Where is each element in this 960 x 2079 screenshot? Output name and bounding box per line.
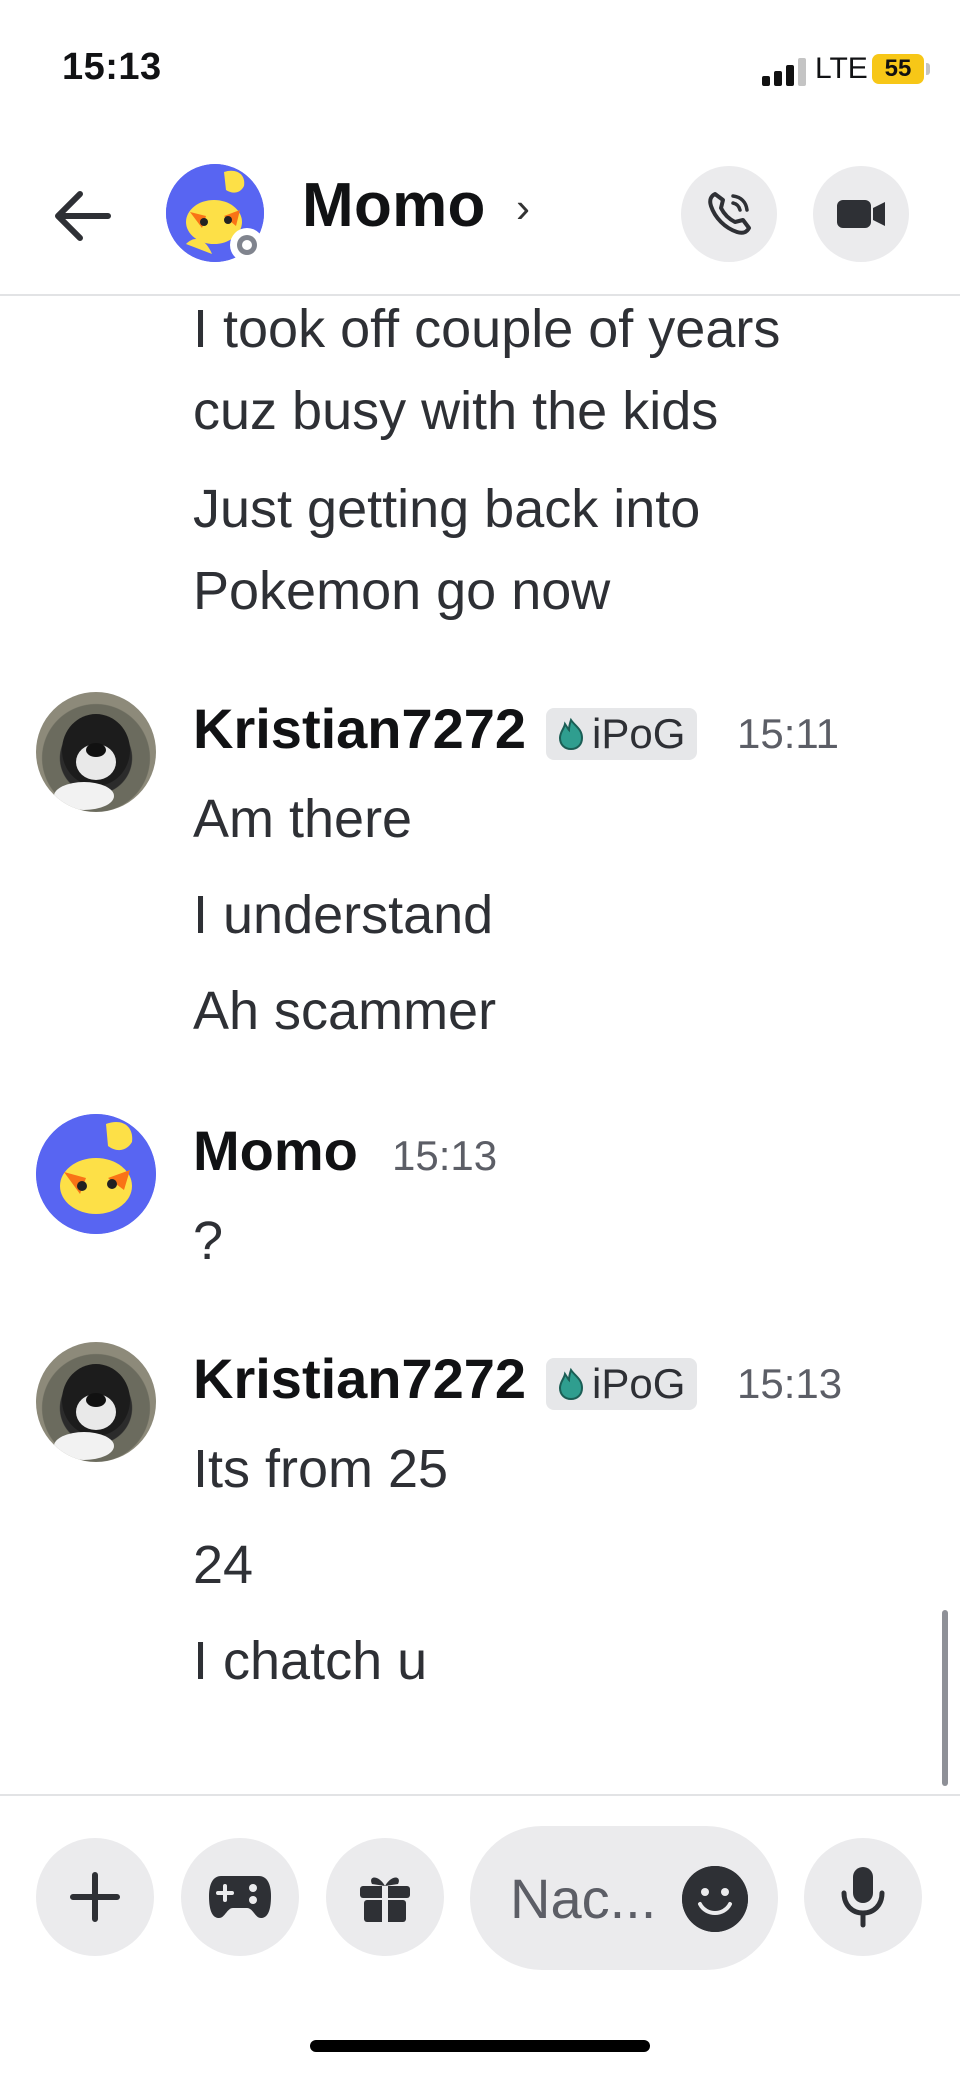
message-input-placeholder: Nac...	[510, 1867, 657, 1930]
home-indicator	[310, 2040, 650, 2052]
avatar[interactable]	[36, 1114, 156, 1234]
smiley-icon	[682, 1866, 748, 1932]
role-badge[interactable]: iPoG	[546, 1358, 698, 1410]
back-button[interactable]	[46, 180, 118, 252]
message-text: 24	[193, 1535, 254, 1595]
avatar[interactable]	[36, 1342, 156, 1462]
activities-button[interactable]	[181, 1838, 299, 1956]
voice-message-button[interactable]	[804, 1838, 922, 1956]
status-time: 15:13	[62, 46, 162, 88]
emoji-button[interactable]	[682, 1866, 748, 1932]
flame-icon	[558, 717, 584, 751]
role-badge-label: iPoG	[592, 1360, 686, 1407]
role-badge-label: iPoG	[592, 710, 686, 757]
network-type: LTE	[815, 52, 868, 85]
message-timestamp: 15:13	[392, 1132, 498, 1179]
gift-icon	[360, 1877, 410, 1922]
chevron-right-icon[interactable]: ›	[516, 184, 530, 232]
message-text: I chatch u	[193, 1631, 428, 1691]
message-text: I understand	[193, 885, 494, 945]
message-text: I took off couple of years	[193, 299, 781, 359]
message-text: ?	[193, 1211, 224, 1271]
battery-tip	[926, 63, 930, 75]
microphone-icon	[841, 1867, 885, 1928]
message-text: Just getting back into	[193, 479, 701, 539]
phone-icon	[708, 192, 751, 235]
message-text: Ah scammer	[193, 981, 497, 1041]
chat-header: Momo ›	[0, 140, 960, 296]
scrollbar[interactable]	[942, 1610, 948, 1786]
dog-avatar-icon	[54, 714, 130, 810]
voice-call-button[interactable]	[681, 166, 777, 262]
message-text: Am there	[193, 789, 413, 849]
plus-icon	[70, 1872, 120, 1922]
dog-avatar-icon	[54, 1364, 130, 1460]
message-text: Pokemon go now	[193, 561, 611, 621]
flame-icon	[558, 1367, 584, 1401]
message-text: Its from 25	[193, 1439, 449, 1499]
battery-icon: 55	[872, 54, 924, 84]
message-timestamp: 15:11	[737, 710, 839, 757]
signal-icon	[762, 58, 806, 86]
chat-screen: 15:13 LTE 55 Momo › I took off couple of…	[0, 0, 960, 2079]
author-name[interactable]: Kristian7272	[193, 1346, 526, 1411]
presence-status	[230, 228, 264, 262]
message-input[interactable]: Nac...	[470, 1826, 778, 1970]
role-badge[interactable]: iPoG	[546, 708, 698, 760]
gamepad-icon	[209, 1876, 271, 1918]
video-camera-icon	[837, 200, 885, 228]
author-name[interactable]: Kristian7272	[193, 696, 526, 761]
video-call-button[interactable]	[813, 166, 909, 262]
gift-button[interactable]	[326, 1838, 444, 1956]
message-list[interactable]: I took off couple of years cuz busy with…	[0, 296, 960, 1794]
arrow-left-icon	[55, 191, 111, 241]
author-name[interactable]: Momo	[193, 1118, 358, 1183]
add-attachment-button[interactable]	[36, 1838, 154, 1956]
message-composer: Nac...	[0, 1794, 960, 1986]
avatar[interactable]	[36, 692, 156, 812]
message-timestamp: 15:13	[737, 1360, 843, 1407]
status-bar: 15:13 LTE 55	[0, 0, 960, 140]
message-text: cuz busy with the kids	[193, 381, 719, 441]
momo-avatar-icon	[36, 1114, 156, 1234]
channel-title[interactable]: Momo	[302, 170, 486, 241]
